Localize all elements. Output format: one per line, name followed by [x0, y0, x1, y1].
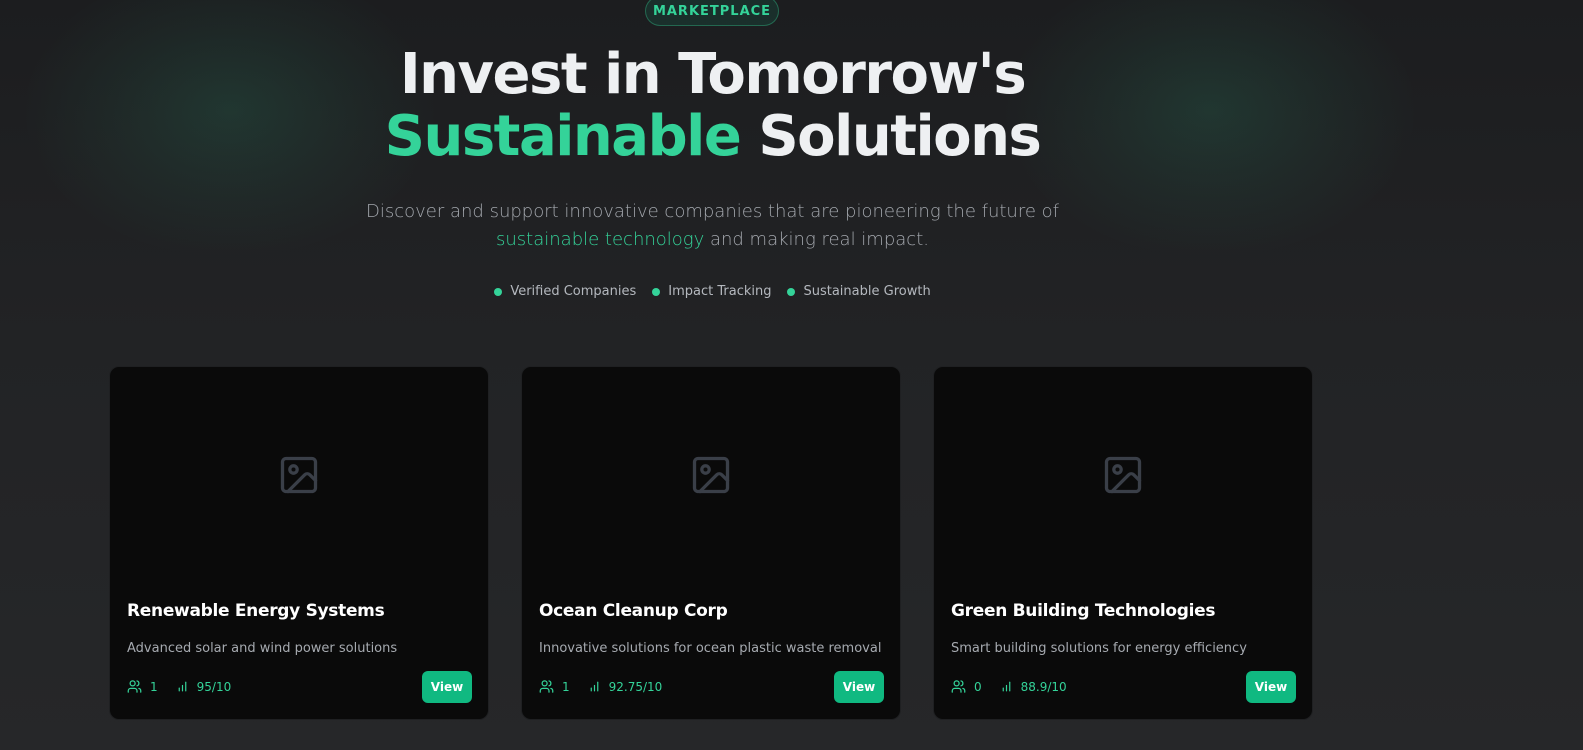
- investor-count: 0: [951, 679, 982, 694]
- card-image-placeholder: [522, 367, 900, 582]
- impact-score-value: 92.75/10: [608, 679, 663, 694]
- feature-item: Sustainable Growth: [787, 284, 931, 299]
- bar-chart-icon: [1002, 681, 1010, 692]
- company-description: Innovative solutions for ocean plastic w…: [539, 641, 882, 656]
- card-image-placeholder: [110, 367, 488, 582]
- card-image-placeholder: [934, 367, 1312, 582]
- bullet-dot-icon: [787, 287, 796, 296]
- feature-label: Sustainable Growth: [803, 284, 931, 299]
- card-stats: 1 95/10: [127, 679, 243, 694]
- view-button[interactable]: View: [422, 671, 472, 703]
- feature-label: Impact Tracking: [668, 284, 772, 299]
- company-card[interactable]: Renewable Energy Systems Advanced solar …: [109, 366, 489, 720]
- hero-subtitle-accent: sustainable technology: [496, 229, 705, 250]
- bar-chart-icon: [590, 681, 598, 692]
- hero-subtitle-part1: Discover and support innovative companie…: [366, 201, 1059, 222]
- impact-score-value: 88.9/10: [1020, 679, 1067, 694]
- company-name: Ocean Cleanup Corp: [539, 601, 728, 621]
- company-name: Renewable Energy Systems: [127, 601, 385, 621]
- card-stats: 1 92.75/10: [539, 679, 674, 694]
- users-icon: [127, 680, 142, 693]
- image-placeholder-icon: [1104, 456, 1142, 493]
- users-icon: [539, 680, 554, 693]
- bullet-dot-icon: [652, 287, 661, 296]
- bullet-dot-icon: [494, 287, 503, 296]
- image-placeholder-icon: [280, 456, 318, 493]
- company-card[interactable]: Ocean Cleanup Corp Innovative solutions …: [521, 366, 901, 720]
- hero-subtitle-part2: and making real impact.: [704, 229, 929, 250]
- image-placeholder-icon: [692, 456, 730, 493]
- hero-subtitle: Discover and support innovative companie…: [0, 198, 1425, 254]
- view-button[interactable]: View: [834, 671, 884, 703]
- feature-label: Verified Companies: [510, 284, 637, 299]
- investor-count-value: 0: [974, 679, 982, 694]
- marketplace-page: MARKETPLACE Invest in Tomorrow's Sustain…: [0, 0, 1583, 750]
- investor-count-value: 1: [562, 679, 570, 694]
- impact-score: 88.9/10: [1000, 680, 1067, 694]
- feature-item: Impact Tracking: [652, 284, 771, 299]
- company-card[interactable]: Green Building Technologies Smart buildi…: [933, 366, 1313, 720]
- impact-score: 92.75/10: [588, 679, 663, 694]
- hero-title-accent: Sustainable: [384, 104, 742, 169]
- investor-count: 1: [539, 679, 570, 694]
- company-description: Advanced solar and wind power solutions: [127, 641, 398, 656]
- investor-count-value: 1: [150, 679, 158, 694]
- view-button[interactable]: View: [1246, 671, 1296, 703]
- company-name: Green Building Technologies: [951, 601, 1216, 621]
- investor-count: 1: [127, 679, 158, 694]
- company-description: Smart building solutions for energy effi…: [951, 641, 1247, 656]
- feature-item: Verified Companies: [494, 284, 636, 299]
- impact-score-value: 95/10: [196, 679, 232, 694]
- bar-chart-icon: [178, 681, 186, 692]
- impact-score: 95/10: [176, 679, 232, 694]
- marketplace-badge: MARKETPLACE: [645, 0, 779, 26]
- hero-title-rest: Solutions: [740, 104, 1042, 169]
- hero-title: Invest in Tomorrow's Sustainable Solutio…: [0, 44, 1425, 168]
- card-stats: 0 88.9/10: [951, 679, 1079, 694]
- feature-list: Verified Companies Impact Tracking Susta…: [0, 284, 1425, 299]
- users-icon: [951, 680, 966, 693]
- hero-title-line1: Invest in Tomorrow's: [399, 42, 1027, 107]
